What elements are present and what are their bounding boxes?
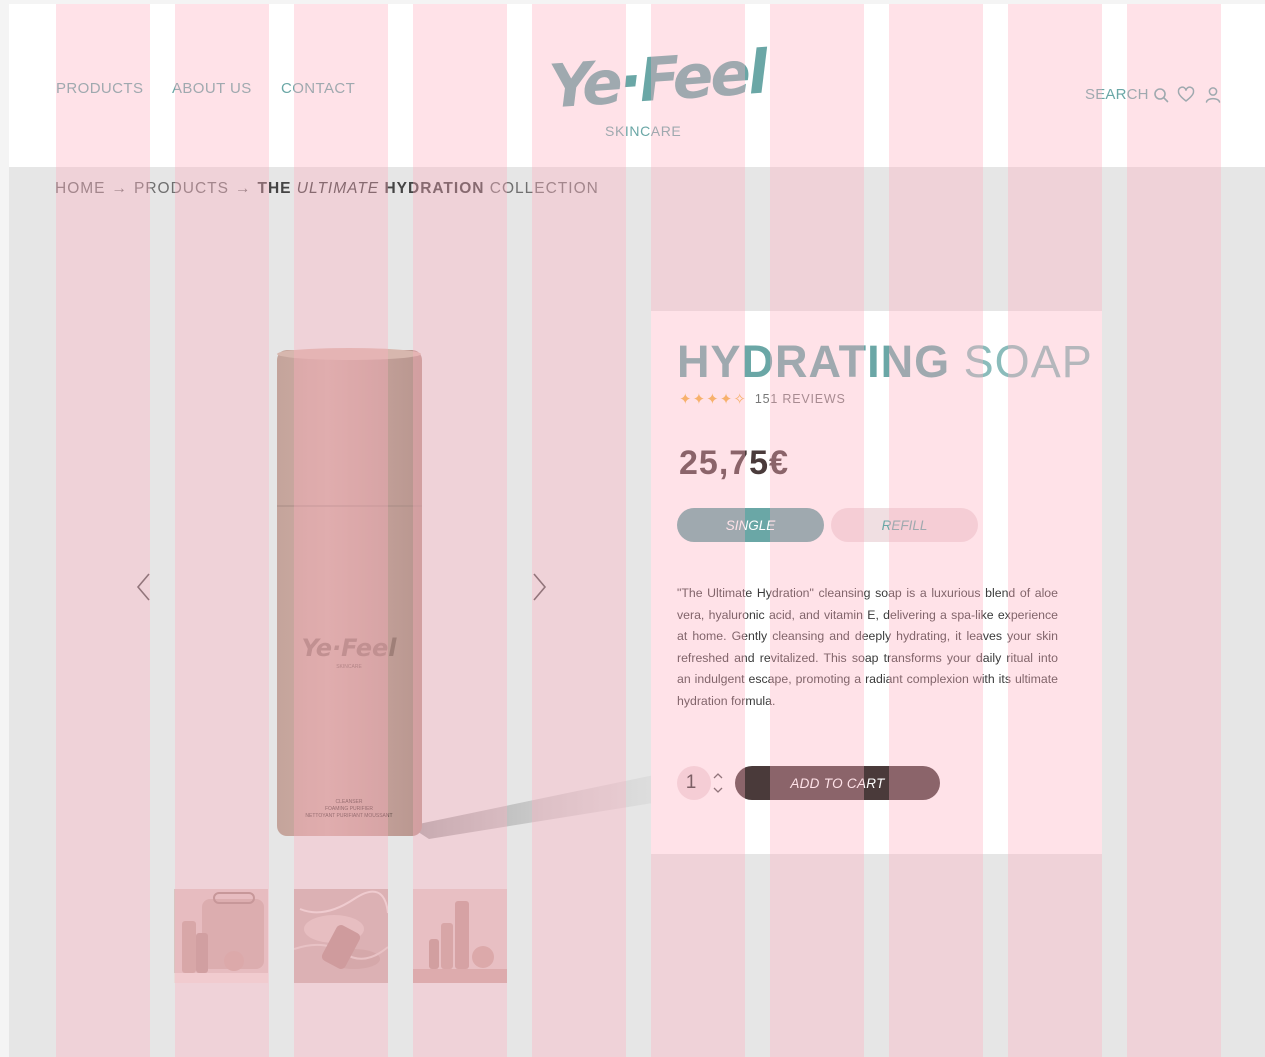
bottle-label-line: NETTOYANT PURIFIANT MOUSSANT — [305, 813, 392, 819]
rating-row[interactable]: ✦✦✦✦✧ 151 REVIEWS — [679, 390, 846, 408]
carousel-next-arrow-icon[interactable] — [528, 570, 550, 604]
thumbnail-product-lineup[interactable] — [413, 889, 507, 983]
breadcrumb-products[interactable]: PRODUCTS — [134, 180, 229, 197]
breadcrumb: HOME → PRODUCTS → THE ULTIMATE HYDRATION COL… — [55, 180, 599, 198]
option-refill-button[interactable]: REFILL — [831, 508, 978, 542]
thumbnail-product-set[interactable] — [174, 889, 268, 983]
heart-icon[interactable] — [1176, 85, 1196, 105]
star-icon: ✦ — [719, 391, 734, 408]
product-main-image: Ye·Feel SKINCARE CLEANSER FOAMING PURIFI… — [277, 348, 659, 839]
quantity-value: 1 — [685, 772, 697, 793]
breadcrumb-separator: → — [111, 180, 128, 197]
user-icon[interactable] — [1203, 85, 1223, 105]
product-title-bold: HYDRATING — [677, 336, 951, 387]
search-button[interactable]: SEARCH — [1085, 86, 1169, 103]
brand-logo[interactable]: Ye·Feel SKINCARE — [547, 38, 768, 144]
breadcrumb-current-pre: THE — [257, 180, 292, 197]
product-title-light: SOAP — [963, 336, 1093, 387]
bottle-logo-sub: SKINCARE — [336, 664, 362, 670]
bottle-logo: Ye·Feel — [302, 634, 398, 662]
star-icon: ✦ — [679, 391, 693, 408]
breadcrumb-separator: → — [234, 180, 252, 197]
rating-stars: ✦✦✦✦✧ — [679, 390, 747, 408]
carousel-prev-arrow-icon[interactable] — [133, 570, 155, 604]
nav-about-us[interactable]: ABOUT US — [172, 80, 252, 97]
nav-contact[interactable]: CONTACT — [281, 80, 355, 97]
option-single-button[interactable]: SINGLE — [677, 508, 824, 542]
star-outline-icon: ✧ — [733, 391, 747, 408]
page-canvas: PRODUCTS ABOUT US CONTACT Ye·Feel SKINCA… — [9, 4, 1265, 1057]
search-icon — [1153, 87, 1169, 102]
search-label: SEARCH — [1085, 86, 1149, 103]
reviews-count[interactable]: 151 REVIEWS — [755, 392, 846, 406]
star-icon: ✦ — [692, 391, 707, 408]
product-title: HYDRATING SOAP — [677, 336, 1093, 388]
star-icon: ✦ — [706, 391, 720, 408]
add-to-cart-button[interactable]: ADD TO CART — [735, 766, 940, 800]
breadcrumb-current-post: COLLECTION — [489, 180, 599, 197]
logo-wordmark: Ye·Feel — [546, 37, 768, 123]
bottle-label-line: CLEANSER — [336, 799, 363, 805]
product-description: "The Ultimate Hydration" cleansing soap … — [677, 586, 1058, 708]
breadcrumb-current-italic: ULTIMATE — [296, 180, 380, 197]
thumbnail-bottle-in-water[interactable] — [294, 889, 388, 983]
logo-subtitle: SKINCARE — [605, 123, 682, 139]
quantity-stepper-icon[interactable] — [711, 769, 725, 797]
product-price: 25,75€ — [679, 444, 789, 482]
breadcrumb-home[interactable]: HOME — [55, 180, 106, 197]
quantity-field[interactable]: 1 — [677, 766, 711, 800]
nav-products[interactable]: PRODUCTS — [56, 80, 143, 97]
breadcrumb-current-bold: HYDRATION — [384, 180, 485, 197]
bottle-label-line: FOAMING PURIFIER — [325, 806, 373, 812]
